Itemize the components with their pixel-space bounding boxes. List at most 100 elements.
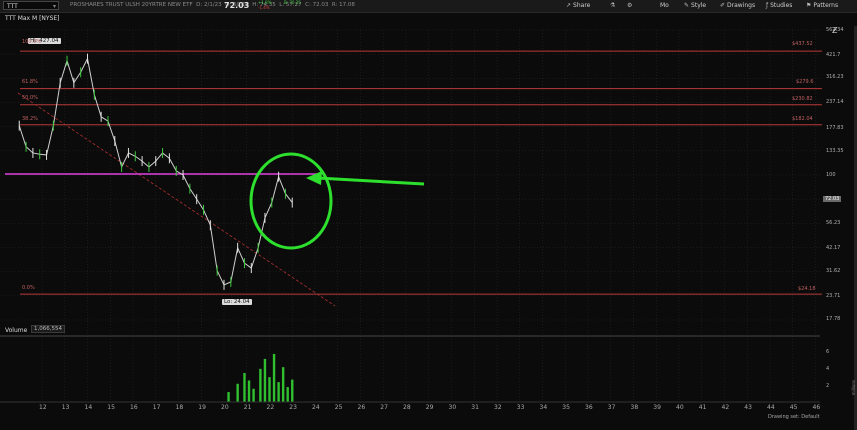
fib-val-382: $182.04 <box>792 116 813 122</box>
x-tick: 26 <box>357 404 366 411</box>
y-tick-23: 23.71 <box>826 293 841 299</box>
x-tick: 34 <box>539 404 548 411</box>
x-tick: 28 <box>403 404 411 411</box>
x-tick: 39 <box>653 404 661 411</box>
bid-box: B: 70.25 <box>284 0 301 5</box>
x-tick: 35 <box>562 404 570 411</box>
fib-val-0: $24.18 <box>798 286 816 292</box>
volume-bar <box>259 368 262 402</box>
share-button[interactable]: ↗ Share <box>566 2 590 9</box>
style-button[interactable]: ✎ Style <box>684 2 706 9</box>
description: PROSHARES TRUST ULSH 20YRTRE NEW ETF <box>70 2 193 8</box>
fib-pct-618: 61.8% <box>22 79 38 85</box>
x-tick: 19 <box>198 404 206 411</box>
volume-value: 1,066,554 <box>31 325 65 333</box>
volume-bar <box>272 353 276 402</box>
y-tick-316: 316.23 <box>826 74 844 80</box>
volume-bar <box>247 380 251 402</box>
arrow-shaft <box>317 176 425 186</box>
x-tick: 20 <box>221 404 229 411</box>
volume-bar <box>252 388 255 402</box>
quote-range: R: 17.08 <box>331 2 355 8</box>
y-tick-42: 42.17 <box>826 245 841 251</box>
x-tick: 18 <box>175 404 184 411</box>
x-tick: 30 <box>448 404 457 411</box>
x-tick: 27 <box>380 404 388 411</box>
flask-button[interactable]: ⚗ <box>610 2 617 9</box>
x-tick: 38 <box>630 404 639 411</box>
y-tick-562: 562.34 <box>826 27 844 33</box>
lo-label: Lo: 24.04 <box>222 299 252 305</box>
x-tick: 17 <box>152 404 161 411</box>
bid-ask: +1.8% -1.4% <box>258 0 272 10</box>
y-tick-133: 133.35 <box>826 148 844 154</box>
y-tick-31: 31.62 <box>826 268 841 274</box>
drawing-set-label[interactable]: Drawing set: Default <box>768 414 820 420</box>
style-icon: ✎ <box>684 2 690 9</box>
x-tick: 21 <box>243 404 252 411</box>
settings-button[interactable]: ⚙ <box>627 2 634 9</box>
arrow-head <box>306 171 322 185</box>
volume-axis-label: millions <box>851 380 856 396</box>
x-tick: 14 <box>84 404 93 411</box>
x-tick: 29 <box>425 404 434 411</box>
x-tick: 32 <box>494 404 502 411</box>
volume-bar <box>277 382 280 402</box>
x-tick: 40 <box>676 404 684 411</box>
y-tick-421: 421.7 <box>826 52 841 58</box>
y-tick-17: 17.78 <box>826 316 841 322</box>
patterns-icon: ⚑ <box>806 2 812 9</box>
y-tick-100: 100 <box>826 172 836 178</box>
x-tick: 23 <box>289 404 297 411</box>
quote-date: D: 2/1/23 <box>196 2 222 8</box>
last-price: 72.03 <box>224 1 250 10</box>
x-tick: 37 <box>607 404 616 411</box>
share-icon: ↗ <box>566 2 572 9</box>
chart-grid <box>0 29 820 402</box>
gear-icon: ⚙ <box>627 2 633 9</box>
volume-bar <box>268 377 271 402</box>
volume-bar <box>236 383 239 402</box>
chevron-down-icon[interactable]: ▾ <box>53 2 56 11</box>
x-tick: 36 <box>585 404 593 411</box>
x-tick: 12 <box>39 404 47 411</box>
volume-series <box>227 353 294 402</box>
fib-val-50: $230.82 <box>792 96 813 102</box>
fib-pct-50: 50.0% <box>22 95 38 101</box>
symbol-input[interactable]: TTT ▾ <box>3 1 59 10</box>
volume-bar <box>281 367 285 402</box>
x-tick: 25 <box>334 404 343 411</box>
volume-bar <box>263 358 267 402</box>
current-price-badge: 72.03 <box>823 196 842 202</box>
studies-icon: ƒ <box>766 2 769 9</box>
change-down: -1.4% <box>258 5 270 10</box>
volume-label: Volume <box>5 327 28 334</box>
symbol-text: TTT <box>7 3 18 10</box>
x-tick: 44 <box>767 404 775 411</box>
bid-value: B: 70.25 <box>284 0 301 5</box>
y-tick-56: 56.23 <box>826 220 841 226</box>
quote-strip: PROSHARES TRUST ULSH 20YRTRE NEW ETF D: … <box>70 2 355 8</box>
x-tick: 13 <box>61 404 70 411</box>
top-toolbar: TTT ▾ PROSHARES TRUST ULSH 20YRTRE NEW E… <box>0 0 857 13</box>
chart-title: TTT Max M [NYSE] <box>5 15 60 22</box>
price-chart[interactable]: Ƶ <box>0 13 857 430</box>
chart-canvas[interactable] <box>0 13 857 420</box>
x-tick: 22 <box>266 404 275 411</box>
quote-close: C: 72.03 <box>305 2 329 8</box>
volume-bar <box>286 387 289 402</box>
fib-pct-382: 38.2% <box>22 116 38 122</box>
y-tick-177: 177.83 <box>826 125 844 131</box>
patterns-button[interactable]: ⚑ Patterns <box>806 2 838 9</box>
more-button[interactable]: Mo <box>660 2 669 9</box>
x-tick: 41 <box>698 404 707 411</box>
studies-button[interactable]: ƒ Studies <box>766 2 792 9</box>
volume-bar <box>227 392 230 402</box>
x-tick: 45 <box>789 404 798 411</box>
volume-bar <box>291 379 294 402</box>
fib-pct-0: 0.0% <box>22 285 35 291</box>
drawings-button[interactable]: ✐ Drawings <box>720 2 755 9</box>
x-tick: 33 <box>516 404 525 411</box>
fib-val-618: $279.6 <box>796 79 814 85</box>
flask-icon: ⚗ <box>610 2 616 9</box>
